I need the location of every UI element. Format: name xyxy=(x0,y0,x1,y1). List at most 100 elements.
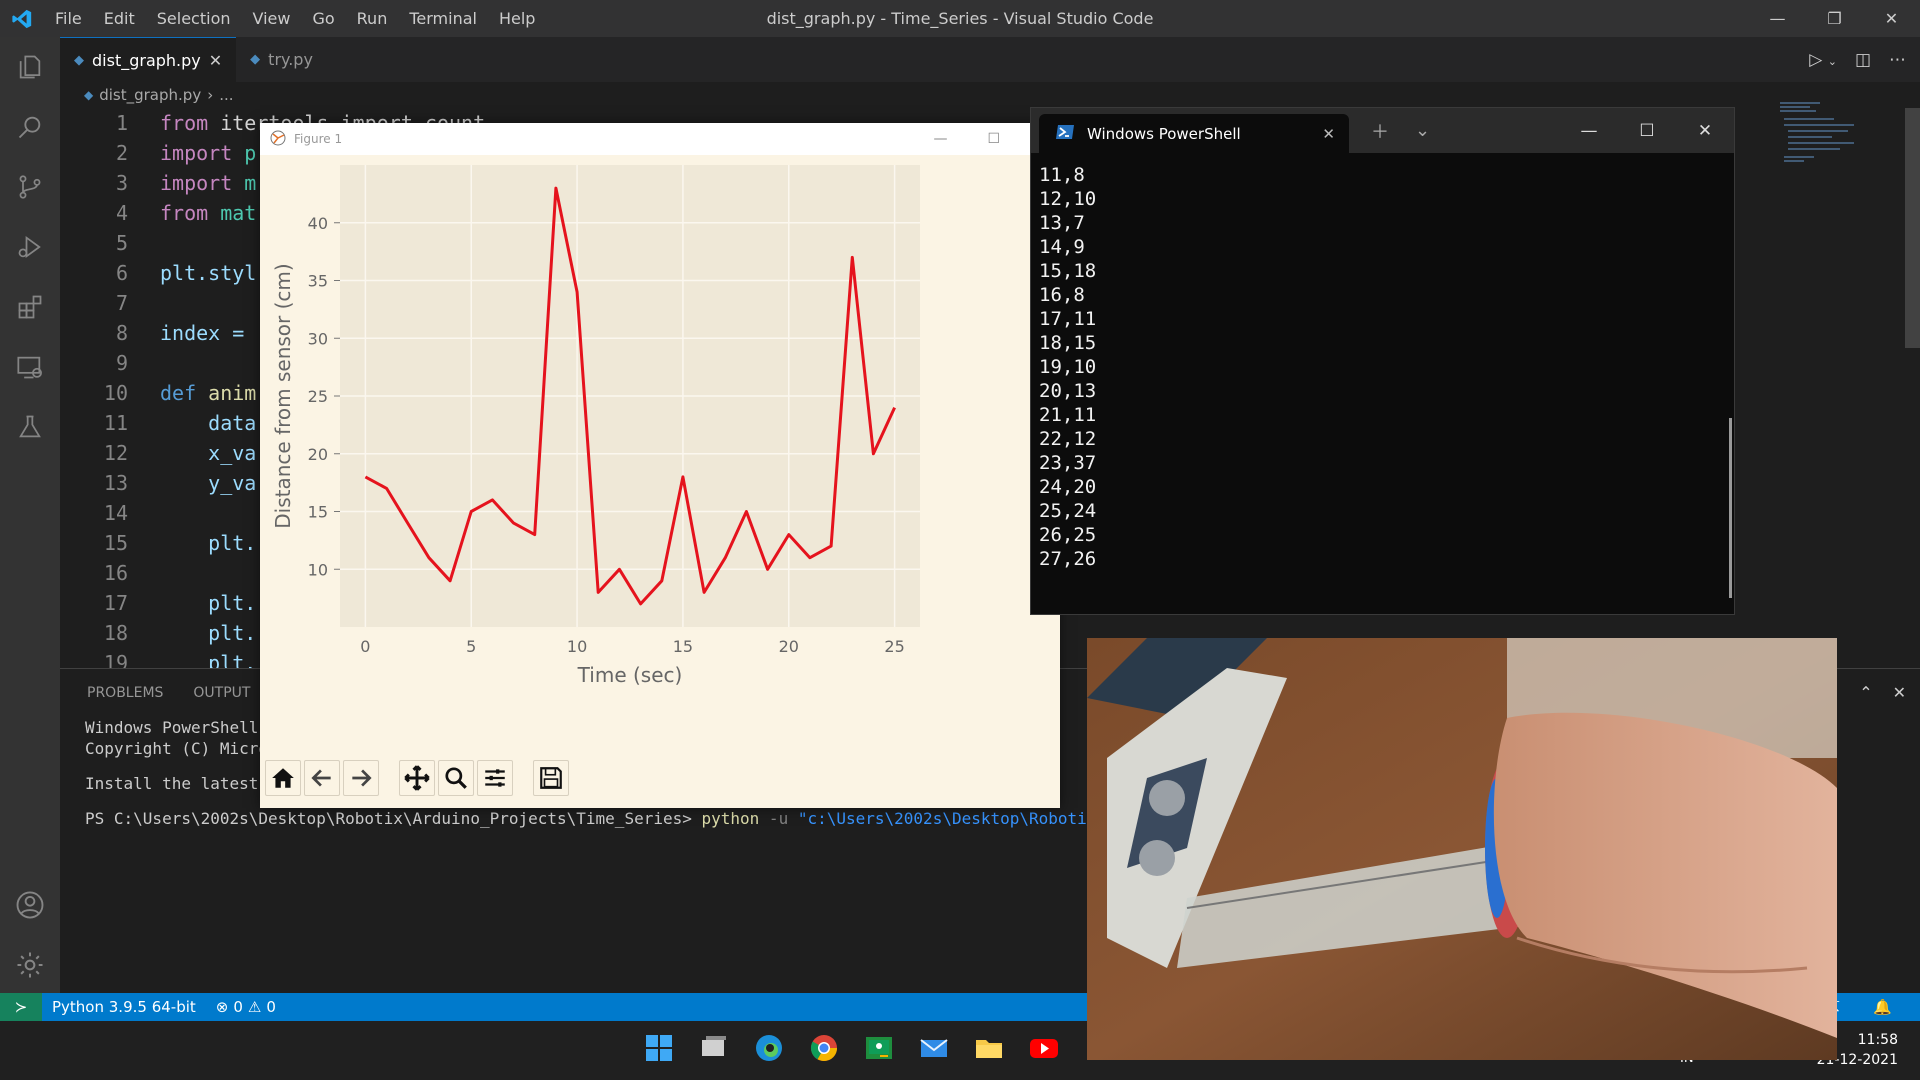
editor-scrollbar[interactable] xyxy=(1905,108,1920,348)
line-number: 4 xyxy=(115,201,128,225)
plot-area[interactable]: 0 5 10 15 20 25 10 15 20 25 30 35 40 Time (sec) Dist… xyxy=(260,155,1060,745)
line-number: 18 xyxy=(103,621,128,645)
output-line: 20,13 xyxy=(1039,380,1097,402)
home-icon[interactable] xyxy=(265,760,301,796)
remote-explorer-icon[interactable] xyxy=(0,337,60,397)
menu-terminal[interactable]: Terminal xyxy=(398,9,488,28)
close-button[interactable]: ✕ xyxy=(1676,108,1734,153)
task-view-icon[interactable] xyxy=(695,1029,733,1067)
powershell-tab[interactable]: Windows PowerShell ✕ xyxy=(1039,114,1349,153)
minimize-button[interactable]: — xyxy=(1749,0,1806,37)
windows-start-icon[interactable] xyxy=(640,1029,678,1067)
figure-title: Figure 1 xyxy=(294,132,343,146)
menu-edit[interactable]: Edit xyxy=(93,9,146,28)
split-editor-icon[interactable]: ◫ xyxy=(1855,50,1871,70)
output-line: 21,11 xyxy=(1039,404,1097,426)
run-file-icon[interactable]: ▷ ⌄ xyxy=(1809,50,1837,70)
code-rest: y_va xyxy=(160,471,257,495)
save-floppy-icon[interactable] xyxy=(533,760,569,796)
breadcrumb-file[interactable]: dist_graph.py xyxy=(99,86,201,104)
explorer-icon[interactable] xyxy=(0,37,60,97)
search-icon[interactable] xyxy=(0,97,60,157)
plus-icon[interactable]: ＋ xyxy=(1371,118,1389,144)
source-control-icon[interactable] xyxy=(0,157,60,217)
code-rest: anim xyxy=(208,381,257,405)
powershell-output[interactable]: 11,8 12,10 13,7 14,9 15,18 16,8 17,11 18… xyxy=(1031,153,1734,571)
close-button[interactable]: ✕ xyxy=(1863,0,1920,37)
x-tick-label: 0 xyxy=(360,637,370,656)
close-tab-icon[interactable]: ✕ xyxy=(1322,125,1335,143)
vscode-logo-icon xyxy=(0,0,44,37)
zoom-magnifier-icon[interactable] xyxy=(438,760,474,796)
maximize-button[interactable]: ☐ xyxy=(1618,108,1676,153)
menu-selection[interactable]: Selection xyxy=(146,9,242,28)
notifications-bell-icon[interactable]: 🔔 xyxy=(1863,998,1902,1016)
pan-move-icon[interactable] xyxy=(399,760,435,796)
line-number: 10 xyxy=(103,381,128,405)
line-number: 6 xyxy=(115,261,128,285)
code-text: plt. xyxy=(128,531,256,555)
tab-try[interactable]: ◆ try.py xyxy=(236,37,371,82)
problems-status[interactable]: ⊗ 0 ⚠ 0 xyxy=(206,998,286,1016)
chevron-down-icon[interactable]: ⌄ xyxy=(1415,120,1430,141)
extensions-icon[interactable] xyxy=(0,277,60,337)
run-debug-icon[interactable] xyxy=(0,217,60,277)
keyword: from xyxy=(160,201,221,225)
tab-dist-graph[interactable]: ◆ dist_graph.py ✕ xyxy=(60,37,237,82)
figure-toolbar xyxy=(260,753,569,803)
figure-maximize-button[interactable]: ☐ xyxy=(987,131,1000,147)
python-interpreter[interactable]: Python 3.9.5 64-bit xyxy=(42,998,206,1016)
restore-button[interactable]: ❐ xyxy=(1806,0,1863,37)
menu-view[interactable]: View xyxy=(242,9,302,28)
settings-gear-icon[interactable] xyxy=(0,935,60,995)
figure-window: Figure 1 — ☐ 0 5 10 15 20 25 10 15 20 25 30 35 40 Ti… xyxy=(260,123,1060,808)
warning-icon: ⚠ xyxy=(247,998,262,1016)
keyword: import xyxy=(160,171,245,195)
menu-file[interactable]: File xyxy=(44,9,93,28)
minimize-button[interactable]: — xyxy=(1560,108,1618,153)
close-tab-icon[interactable]: ✕ xyxy=(209,51,222,70)
classroom-icon[interactable] xyxy=(860,1029,898,1067)
mail-icon[interactable] xyxy=(915,1029,953,1067)
edge-browser-icon[interactable] xyxy=(750,1029,788,1067)
more-actions-icon[interactable]: ⋯ xyxy=(1889,50,1906,70)
x-tick-label: 25 xyxy=(884,637,904,656)
x-tick-label: 15 xyxy=(673,637,693,656)
back-arrow-icon[interactable] xyxy=(304,760,340,796)
chevron-up-icon[interactable]: ⌃ xyxy=(1859,683,1872,702)
menu-go[interactable]: Go xyxy=(301,9,345,28)
close-panel-icon[interactable]: ✕ xyxy=(1893,683,1906,702)
menu-run[interactable]: Run xyxy=(346,9,399,28)
figure-window-controls: — ☐ xyxy=(933,123,1000,155)
code-rest: x_va xyxy=(160,441,257,465)
chrome-browser-icon[interactable] xyxy=(805,1029,843,1067)
keyword: from xyxy=(160,111,221,135)
forward-arrow-icon[interactable] xyxy=(343,760,379,796)
menu-help[interactable]: Help xyxy=(488,9,546,28)
line-number: 3 xyxy=(115,171,128,195)
figure-minimize-button[interactable]: — xyxy=(933,131,947,147)
x-tick-label: 20 xyxy=(779,637,799,656)
breadcrumb-rest[interactable]: ... xyxy=(219,86,233,104)
keyword: def xyxy=(160,381,209,405)
youtube-icon[interactable] xyxy=(1025,1029,1063,1067)
remote-indicator-icon[interactable]: ≻ xyxy=(0,993,42,1021)
code-text: plt.styl xyxy=(128,261,256,285)
y-tick-label: 10 xyxy=(308,560,328,579)
minimap[interactable] xyxy=(1780,100,1890,170)
code-rest: mat xyxy=(220,201,257,225)
testing-icon[interactable] xyxy=(0,397,60,457)
tab-problems[interactable]: PROBLEMS xyxy=(87,685,163,701)
terminal-flag: -u xyxy=(759,809,798,828)
chevron-right-icon: › xyxy=(207,86,214,104)
tab-output[interactable]: OUTPUT xyxy=(193,685,250,701)
y-tick-label: 25 xyxy=(308,387,328,406)
python-file-icon: ◆ xyxy=(84,88,94,102)
file-explorer-icon[interactable] xyxy=(970,1029,1008,1067)
output-line: 19,10 xyxy=(1039,356,1097,378)
accounts-icon[interactable] xyxy=(0,875,60,935)
line-chart: 0 5 10 15 20 25 10 15 20 25 30 35 40 Time (sec) Dist… xyxy=(271,165,920,687)
configure-subplots-icon[interactable] xyxy=(477,760,513,796)
powershell-scrollbar[interactable] xyxy=(1729,418,1732,598)
y-tick-label: 20 xyxy=(308,445,328,464)
